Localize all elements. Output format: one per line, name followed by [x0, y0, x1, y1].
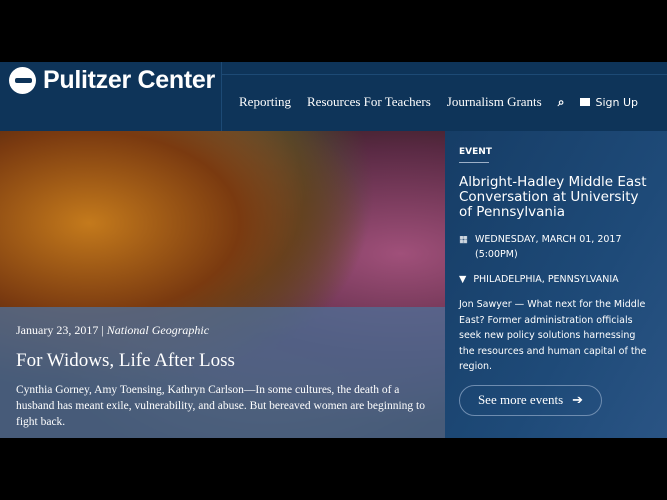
calendar-icon: ▦ [459, 234, 468, 245]
map-pin-icon: ▼ [459, 274, 467, 285]
separator: | [101, 323, 104, 337]
event-description: Jon Sawyer — What next for the Middle Ea… [459, 299, 647, 372]
event-label: EVENT [459, 147, 492, 157]
arrow-right-icon: ➔ [572, 392, 584, 407]
divider [459, 162, 489, 163]
logo[interactable]: Pulitzer Center [9, 66, 215, 95]
envelope-icon [580, 98, 591, 106]
feature-source: National Geographic [106, 323, 210, 337]
nav-reporting[interactable]: Reporting [239, 94, 291, 110]
pulitzer-logo-icon [9, 67, 36, 94]
brand-name: Pulitzer Center [43, 66, 215, 94]
event-location: ▼ PHILADELPHIA, PENNSYLVANIA [459, 272, 653, 287]
feature-story[interactable]: January 23, 2017 | National Geographic F… [0, 131, 445, 438]
feature-date: January 23, 2017 [16, 323, 99, 337]
event-panel: EVENT Albright-Hadley Middle East Conver… [445, 131, 667, 438]
feature-caption: January 23, 2017 | National Geographic F… [0, 307, 445, 438]
nav-resources-for-teachers[interactable]: Resources For Teachers [307, 94, 431, 110]
event-datetime: ▦ WEDNESDAY, MARCH 01, 2017 (5:00PM) [459, 232, 653, 262]
nav-journalism-grants[interactable]: Journalism Grants [447, 94, 542, 110]
event-title[interactable]: Albright-Hadley Middle East Conversation… [459, 175, 653, 220]
sign-up-label: Sign Up [595, 95, 638, 109]
feature-summary: Cynthia Gorney, Amy Toensing, Kathryn Ca… [16, 384, 425, 428]
button-label: See more events [477, 392, 564, 407]
main-nav: Reporting Resources For Teachers Journal… [239, 94, 638, 110]
event-datetime-text: WEDNESDAY, MARCH 01, 2017 (5:00PM) [474, 234, 622, 260]
divider [221, 62, 222, 131]
feature-meta: January 23, 2017 | National Geographic [16, 323, 429, 338]
search-icon[interactable]: ⌕ [558, 95, 565, 110]
sign-up-link[interactable]: Sign Up [580, 96, 638, 109]
see-more-events-button[interactable]: See more events ➔ [459, 384, 602, 416]
divider [222, 74, 667, 75]
event-location-text: PHILADELPHIA, PENNSYLVANIA [473, 274, 619, 285]
feature-title[interactable]: For Widows, Life After Loss [16, 350, 429, 372]
